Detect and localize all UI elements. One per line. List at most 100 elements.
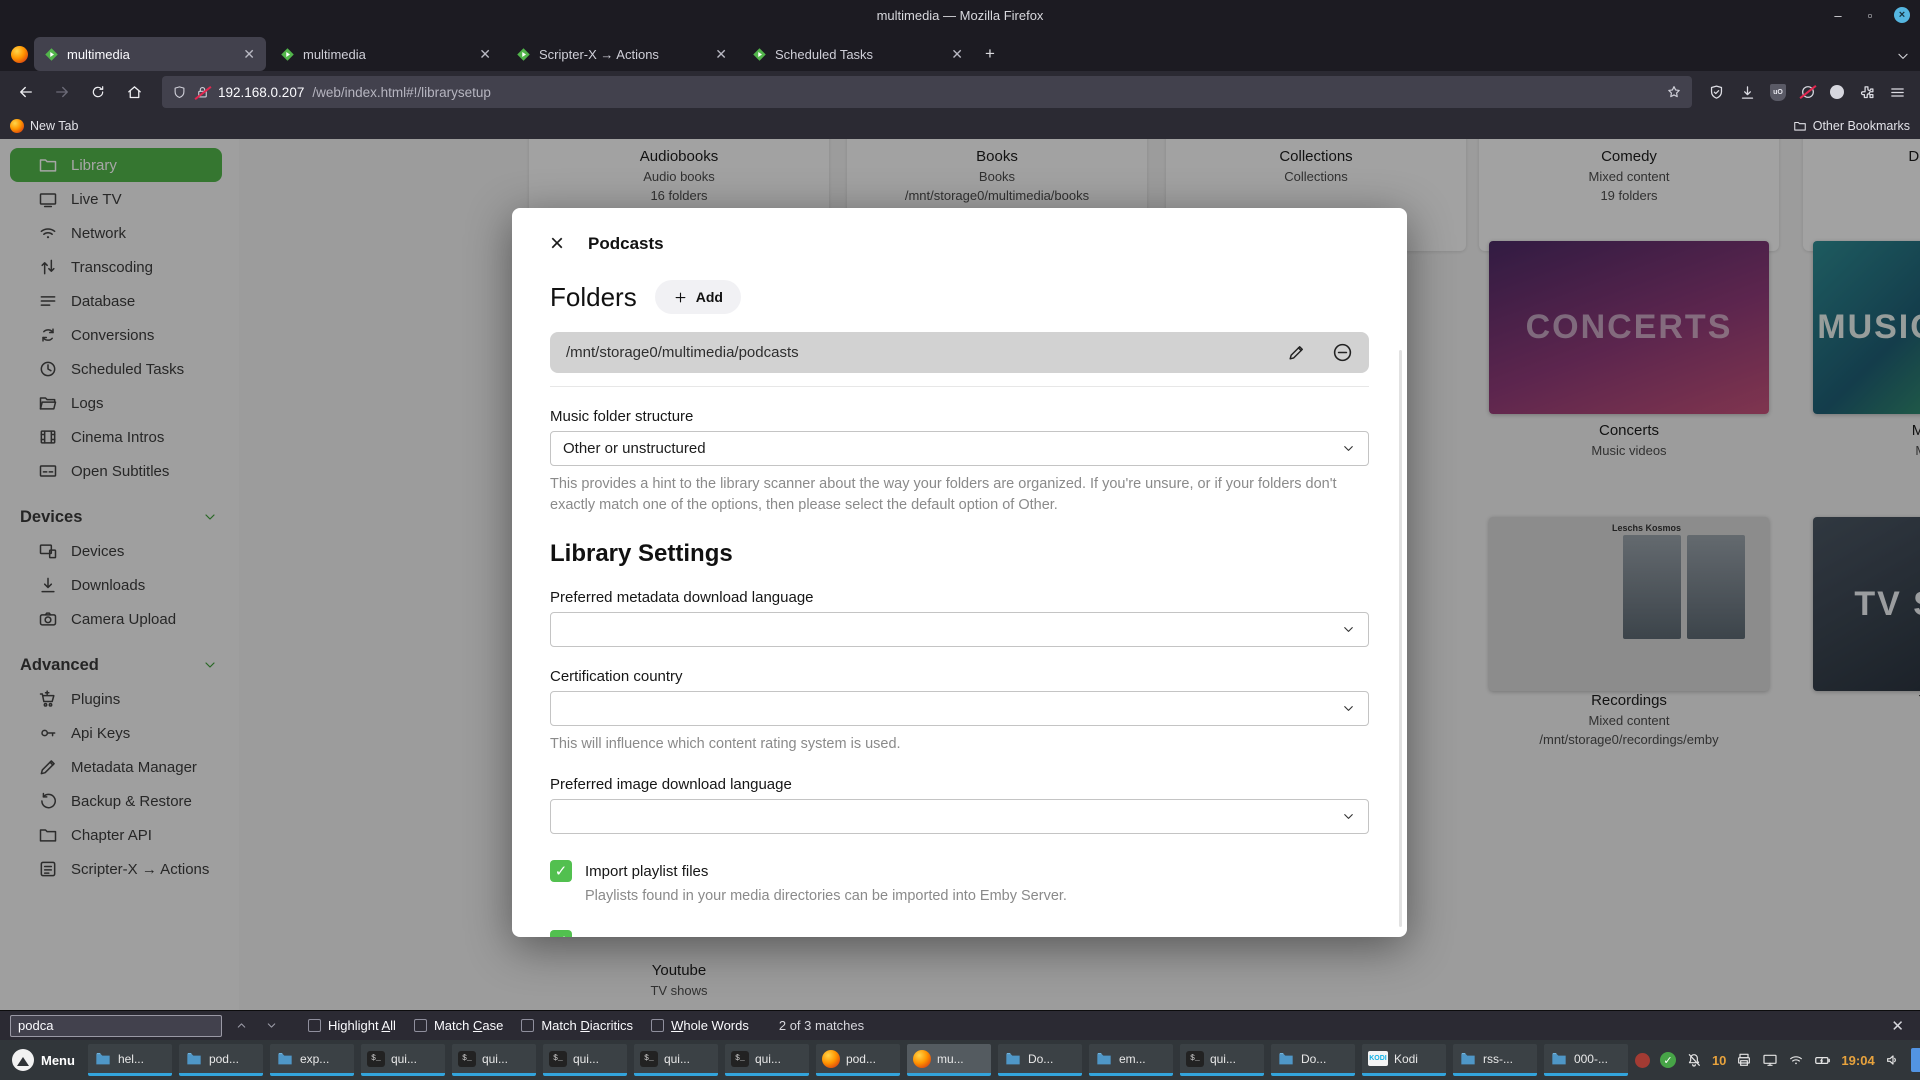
taskbar-window-button[interactable]: pod... <box>179 1044 263 1076</box>
tab-close-icon[interactable]: ✕ <box>712 46 730 63</box>
taskbar-window-button[interactable]: Do... <box>998 1044 1082 1076</box>
ublock-icon[interactable]: uO <box>1770 84 1786 101</box>
taskbar-window-button[interactable]: $_qui... <box>361 1044 445 1076</box>
other-bookmarks[interactable]: Other Bookmarks <box>1793 119 1910 133</box>
checkbox-checked-icon: ✓ <box>550 860 572 882</box>
taskbar-window-label: qui... <box>391 1052 417 1066</box>
display-settings-icon[interactable] <box>1762 1052 1778 1068</box>
taskbar-window-button[interactable]: rss-... <box>1453 1044 1537 1076</box>
tab[interactable]: Scheduled Tasks✕ <box>742 37 974 71</box>
folder-path: /mnt/storage0/multimedia/podcasts <box>566 344 1261 361</box>
volume-icon[interactable] <box>1885 1052 1901 1068</box>
taskbar-window-button[interactable]: $_qui... <box>543 1044 627 1076</box>
tab[interactable]: multimedia✕ <box>270 37 502 71</box>
edit-folder-icon[interactable] <box>1287 343 1306 362</box>
tab[interactable]: multimedia✕ <box>34 37 266 71</box>
checkbox-unchecked-icon[interactable] <box>521 1019 534 1032</box>
chevron-down-icon <box>1341 441 1356 456</box>
preferred-image-download-language-select[interactable] <box>550 799 1369 834</box>
back-icon[interactable] <box>10 77 42 107</box>
protections-shield-icon[interactable] <box>1708 84 1725 101</box>
add-folder-button[interactable]: Add <box>655 280 741 314</box>
printer-icon[interactable] <box>1736 1052 1752 1068</box>
close-button[interactable]: × <box>1894 7 1910 23</box>
extension-icon[interactable] <box>1830 85 1844 99</box>
taskbar: Menu hel...pod...exp...$_qui...$_qui...$… <box>0 1040 1920 1080</box>
new-tab-button[interactable]: + <box>976 40 1004 68</box>
taskbar-window-label: qui... <box>755 1052 781 1066</box>
proxy-disabled-icon[interactable] <box>1800 84 1816 100</box>
folder-icon <box>1004 1051 1022 1067</box>
other-bookmarks-label: Other Bookmarks <box>1813 119 1910 133</box>
tray-app-icon[interactable] <box>1635 1053 1650 1068</box>
folder-icon <box>185 1051 203 1067</box>
taskbar-window-button[interactable]: exp... <box>270 1044 354 1076</box>
menu-hamburger-icon[interactable] <box>1889 84 1906 101</box>
checkbox-unchecked-icon[interactable] <box>651 1019 664 1032</box>
folder-icon <box>1095 1051 1113 1067</box>
music-folder-structure-label: Music folder structure <box>550 408 1369 425</box>
reload-icon[interactable] <box>82 77 114 107</box>
list-tabs-icon[interactable] <box>1896 49 1910 63</box>
minimize-button[interactable]: – <box>1830 7 1846 23</box>
find-input[interactable] <box>10 1015 222 1037</box>
taskbar-window-button[interactable]: pod... <box>816 1044 900 1076</box>
url-bar[interactable]: 192.168.0.207/web/index.html#!/libraryse… <box>162 76 1692 108</box>
preferred-metadata-download-language-select[interactable] <box>550 612 1369 647</box>
bookmark-new-tab[interactable]: New Tab <box>10 119 78 133</box>
bookmark-star-icon[interactable] <box>1666 84 1682 100</box>
applications-menu-button[interactable]: Menu <box>6 1049 81 1071</box>
taskbar-window-label: pod... <box>846 1052 876 1066</box>
tab[interactable]: Scripter-X → Actions✕ <box>506 37 738 71</box>
taskbar-window-button[interactable]: Do... <box>1271 1044 1355 1076</box>
checkbox-unchecked-icon[interactable] <box>308 1019 321 1032</box>
tab-close-icon[interactable]: ✕ <box>476 46 494 63</box>
find-previous-icon[interactable] <box>230 1015 252 1037</box>
emby-favicon <box>280 47 295 62</box>
taskbar-window-button[interactable]: mu... <box>907 1044 991 1076</box>
taskbar-window-label: Do... <box>1301 1052 1326 1066</box>
taskbar-window-button[interactable]: KODIKodi <box>1362 1044 1446 1076</box>
taskbar-window-button[interactable]: 000-... <box>1544 1044 1628 1076</box>
battery-charging-icon[interactable] <box>1814 1052 1831 1069</box>
find-toggle-highlight-all[interactable]: Highlight All <box>308 1018 396 1033</box>
find-toggle-match-diacritics[interactable]: Match Diacritics <box>521 1018 633 1033</box>
clipped-checkbox-row[interactable]: ✓ <box>550 930 1369 937</box>
import-playlist-files-checkbox[interactable]: ✓Import playlist files <box>550 860 1369 882</box>
certification-country-select[interactable] <box>550 691 1369 726</box>
checkbox-unchecked-icon[interactable] <box>414 1019 427 1032</box>
taskbar-window-button[interactable]: hel... <box>88 1044 172 1076</box>
music-folder-structure-select[interactable]: Other or unstructured <box>550 431 1369 466</box>
downloads-icon[interactable] <box>1739 84 1756 101</box>
find-next-icon[interactable] <box>260 1015 282 1037</box>
wifi-icon[interactable] <box>1788 1052 1804 1068</box>
notifications-muted-icon[interactable] <box>1686 1052 1702 1068</box>
folder-path-row[interactable]: /mnt/storage0/multimedia/podcasts <box>550 332 1369 373</box>
taskbar-window-button[interactable]: $_qui... <box>634 1044 718 1076</box>
taskbar-window-button[interactable]: em... <box>1089 1044 1173 1076</box>
insecure-lock-icon[interactable] <box>195 85 210 100</box>
shield-icon[interactable] <box>172 85 187 100</box>
bookmarks-toolbar: New Tab Other Bookmarks <box>0 113 1920 139</box>
taskbar-window-button[interactable]: $_qui... <box>1180 1044 1264 1076</box>
show-desktop-button[interactable] <box>1911 1048 1920 1072</box>
tab-close-icon[interactable]: ✕ <box>240 46 258 63</box>
tab-close-icon[interactable]: ✕ <box>948 46 966 63</box>
forward-icon[interactable] <box>46 77 78 107</box>
firefox-icon <box>822 1050 840 1068</box>
extensions-puzzle-icon[interactable] <box>1858 84 1875 101</box>
dialog-close-icon[interactable]: × <box>550 234 564 254</box>
taskbar-window-label: hel... <box>118 1052 144 1066</box>
remove-folder-icon[interactable] <box>1332 342 1353 363</box>
find-close-icon[interactable]: ✕ <box>1891 1017 1910 1035</box>
find-toggle-match-case[interactable]: Match Case <box>414 1018 503 1033</box>
dialog-scrollbar[interactable] <box>1399 350 1402 927</box>
tray-updates-ok-icon[interactable]: ✓ <box>1660 1052 1676 1068</box>
taskbar-window-button[interactable]: $_qui... <box>725 1044 809 1076</box>
taskbar-window-button[interactable]: $_qui... <box>452 1044 536 1076</box>
home-icon[interactable] <box>118 77 150 107</box>
find-toggle-whole-words[interactable]: Whole Words <box>651 1018 749 1033</box>
chevron-down-icon <box>1341 622 1356 637</box>
restore-button[interactable]: ▫ <box>1862 7 1878 23</box>
clock[interactable]: 19:04 <box>1841 1053 1874 1068</box>
